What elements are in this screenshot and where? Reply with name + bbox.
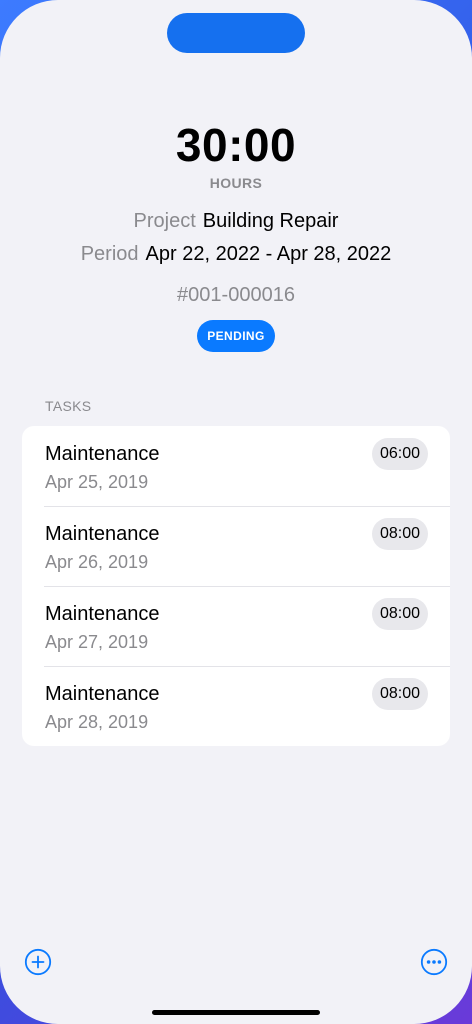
- task-hours-badge: 06:00: [371, 438, 428, 470]
- task-date: Apr 28, 2019: [45, 712, 149, 732]
- timesheet-reference: #001-000016: [177, 284, 295, 306]
- task-hours-badge: 08:00: [371, 678, 428, 710]
- status-badge: PENDING: [197, 320, 275, 352]
- project-row: Project Building Repair: [0, 210, 472, 233]
- task-hours-badge: 08:00: [371, 598, 428, 630]
- task-title: Maintenance: [45, 523, 160, 545]
- task-date: Apr 26, 2019: [45, 552, 149, 572]
- period-row: Period Apr 22, 2022 - Apr 28, 2022: [0, 243, 472, 266]
- device-frame: 30:00 HOURS Project Building Repair Perio…: [0, 0, 472, 1024]
- plus-circle-icon: [24, 948, 52, 976]
- tasks-section-title: TASKS: [45, 398, 92, 414]
- more-options-button[interactable]: [420, 948, 448, 976]
- hours-unit-label: HOURS: [209, 175, 263, 191]
- project-label: Project: [133, 210, 196, 232]
- project-value: Building Repair: [202, 210, 339, 232]
- status-badge-container: PENDING: [0, 320, 472, 352]
- period-value: Apr 22, 2022 - Apr 28, 2022: [145, 243, 392, 265]
- task-row[interactable]: Maintenance Apr 26, 2019 08:00: [22, 506, 450, 586]
- tasks-list: Maintenance Apr 25, 2019 06:00 Maintenan…: [22, 426, 450, 746]
- task-date: Apr 25, 2019: [45, 472, 149, 492]
- task-row[interactable]: Maintenance Apr 28, 2019 08:00: [22, 666, 450, 746]
- task-title: Maintenance: [45, 443, 160, 465]
- ellipsis-circle-icon: [420, 948, 448, 976]
- add-task-button[interactable]: [24, 948, 52, 976]
- task-hours-badge: 08:00: [371, 518, 428, 550]
- task-title: Maintenance: [45, 683, 160, 705]
- period-label: Period: [80, 243, 139, 265]
- total-hours: 30:00: [175, 119, 297, 171]
- screen: 30:00 HOURS Project Building Repair Perio…: [0, 0, 472, 1024]
- dynamic-island: [167, 13, 305, 53]
- home-indicator[interactable]: [152, 1010, 320, 1015]
- task-row[interactable]: Maintenance Apr 25, 2019 06:00: [22, 426, 450, 506]
- task-row[interactable]: Maintenance Apr 27, 2019 08:00: [22, 586, 450, 666]
- task-date: Apr 27, 2019: [45, 632, 149, 652]
- task-title: Maintenance: [45, 603, 160, 625]
